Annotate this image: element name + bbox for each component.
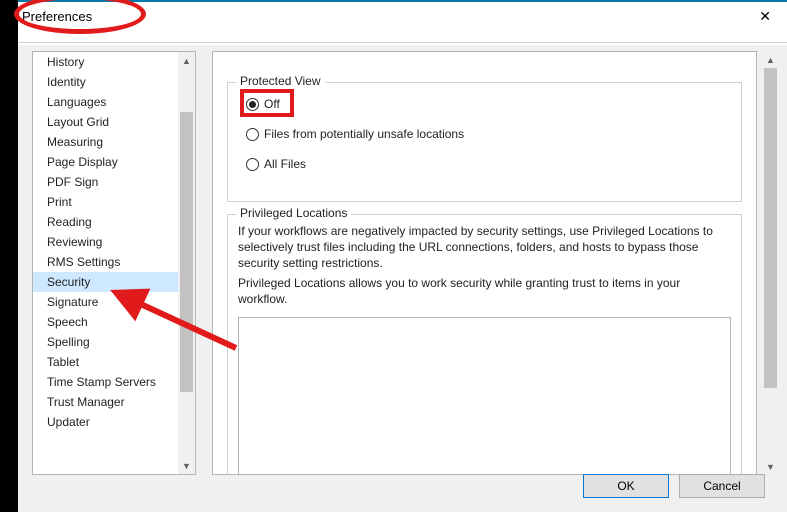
scroll-up-icon[interactable]: ▲ — [762, 51, 779, 68]
sidebar-item-reading[interactable]: Reading — [33, 212, 178, 232]
sidebar-item-measuring[interactable]: Measuring — [33, 132, 178, 152]
radio-unsafe-label: Files from potentially unsafe locations — [264, 127, 464, 141]
titlebar-divider — [18, 42, 787, 43]
sidebar-item-speech[interactable]: Speech — [33, 312, 178, 332]
protected-view-group: Protected View Off Files from potentiall… — [227, 82, 742, 202]
sidebar-item-print[interactable]: Print — [33, 192, 178, 212]
radio-icon[interactable] — [246, 98, 259, 111]
privileged-locations-group: Privileged Locations If your workflows a… — [227, 214, 742, 474]
cancel-button[interactable]: Cancel — [679, 474, 765, 498]
privileged-locations-listbox[interactable] — [238, 317, 731, 474]
sidebar-scroll-thumb[interactable] — [180, 112, 193, 392]
sidebar-scrollbar[interactable]: ▲ ▼ — [178, 52, 195, 474]
ok-button[interactable]: OK — [583, 474, 669, 498]
sidebar-item-time-stamp-servers[interactable]: Time Stamp Servers — [33, 372, 178, 392]
sidebar-item-trust-manager[interactable]: Trust Manager — [33, 392, 178, 412]
privileged-locations-desc2: Privileged Locations allows you to work … — [238, 275, 731, 307]
sidebar-item-page-display[interactable]: Page Display — [33, 152, 178, 172]
scroll-up-icon[interactable]: ▲ — [178, 52, 195, 69]
sidebar-item-tablet[interactable]: Tablet — [33, 352, 178, 372]
close-icon[interactable]: ✕ — [751, 4, 779, 29]
sidebar-item-security[interactable]: Security — [33, 272, 178, 292]
privileged-locations-legend: Privileged Locations — [236, 206, 351, 220]
sidebar-item-rms-settings[interactable]: RMS Settings — [33, 252, 178, 272]
window-title: Preferences — [22, 9, 92, 24]
radio-off[interactable]: Off — [246, 97, 280, 111]
sidebar-item-history[interactable]: History — [33, 52, 178, 72]
main-scroll-thumb[interactable] — [764, 68, 777, 388]
radio-icon[interactable] — [246, 128, 259, 141]
sidebar-item-identity[interactable]: Identity — [33, 72, 178, 92]
category-listbox[interactable]: HistoryIdentityLanguagesLayout GridMeasu… — [32, 51, 196, 475]
radio-all-files[interactable]: All Files — [246, 157, 306, 171]
radio-allfiles-label: All Files — [264, 157, 306, 171]
sidebar-item-reviewing[interactable]: Reviewing — [33, 232, 178, 252]
sidebar-item-spelling[interactable]: Spelling — [33, 332, 178, 352]
body-area: HistoryIdentityLanguagesLayout GridMeasu… — [18, 45, 787, 512]
sidebar-item-pdf-sign[interactable]: PDF Sign — [33, 172, 178, 192]
sidebar-item-signature[interactable]: Signature — [33, 292, 178, 312]
sidebar-item-layout-grid[interactable]: Layout Grid — [33, 112, 178, 132]
radio-icon[interactable] — [246, 158, 259, 171]
scroll-down-icon[interactable]: ▼ — [178, 457, 195, 474]
radio-unsafe-locations[interactable]: Files from potentially unsafe locations — [246, 127, 464, 141]
preferences-window: Preferences ✕ HistoryIdentityLanguagesLa… — [18, 0, 787, 512]
privileged-locations-desc1: If your workflows are negatively impacte… — [238, 223, 731, 272]
sidebar-item-languages[interactable]: Languages — [33, 92, 178, 112]
sidebar-item-updater[interactable]: Updater — [33, 412, 178, 432]
settings-panel: Protected View Off Files from potentiall… — [212, 51, 757, 475]
dialog-footer: OK Cancel — [583, 474, 765, 498]
protected-view-legend: Protected View — [236, 74, 325, 88]
main-scrollbar[interactable]: ▲ ▼ — [762, 51, 779, 475]
titlebar: Preferences ✕ — [18, 2, 787, 30]
radio-off-label: Off — [264, 97, 280, 111]
scroll-down-icon[interactable]: ▼ — [762, 458, 779, 475]
